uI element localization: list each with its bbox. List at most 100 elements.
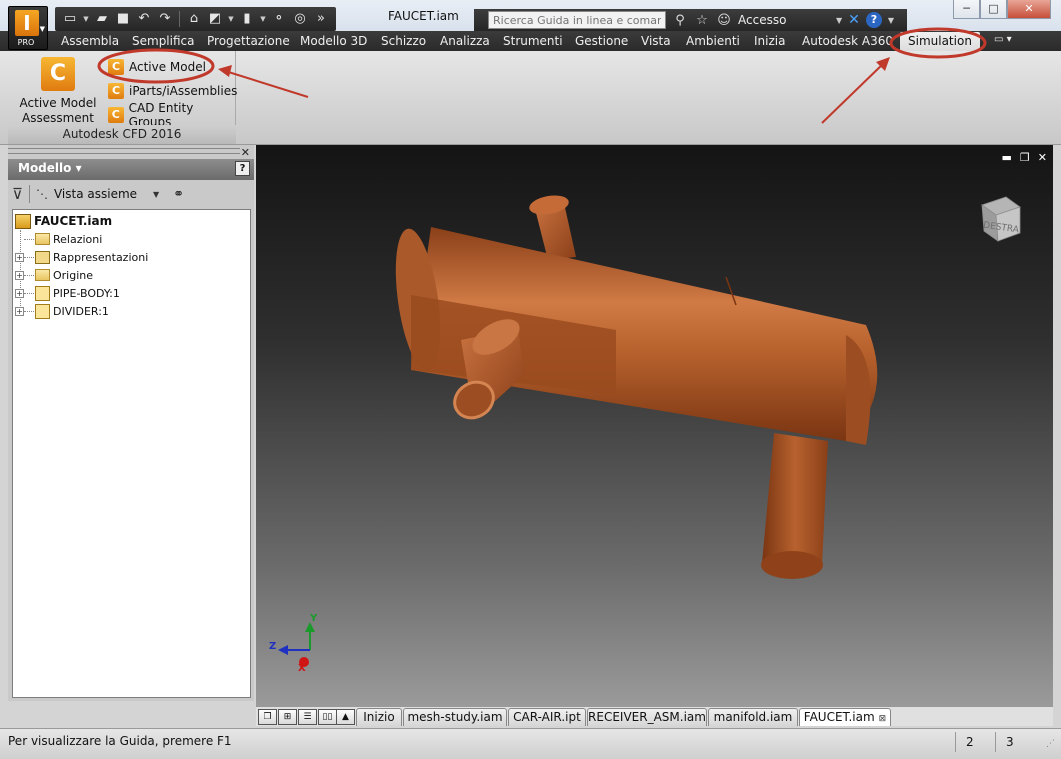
tab-inizia[interactable]: Inizia — [750, 32, 789, 51]
small-buttons: C Active Model C iParts/iAssemblies C CA… — [108, 55, 237, 129]
favorites-star-icon[interactable]: ☆ — [694, 13, 710, 28]
status-bar: Per visualizzare la Guida, premere F1 2 … — [0, 728, 1061, 759]
hierarchy-icon: ⋱ — [35, 187, 48, 201]
cad-entity-groups-button[interactable]: C CAD Entity Groups — [108, 101, 237, 129]
more-tools-icon[interactable]: » — [312, 10, 330, 28]
close-tab-icon[interactable]: ⊠ — [879, 714, 887, 724]
save-icon[interactable]: ■ — [114, 10, 132, 28]
active-model-button[interactable]: C Active Model — [108, 55, 237, 79]
redo-icon[interactable]: ↷ — [156, 10, 174, 28]
title-bar: ▭ ▼ ▰ ■ ↶ ↷ ⌂ ◩ ▼ ▮ ▼ ⚬ ◎ » FAUCET.iam ⚲… — [0, 0, 1061, 33]
home-icon[interactable]: ⌂ — [185, 10, 203, 28]
exchange-apps-icon[interactable]: ✕ — [848, 12, 860, 28]
infocenter: ⚲ ☆ ☺ Accesso ▼ ✕ ? ▼ — [474, 9, 907, 31]
help-search-input[interactable] — [488, 11, 666, 29]
doc-tab-manifold[interactable]: manifold.iam — [708, 708, 798, 726]
tab-progettazione[interactable]: Progettazione — [203, 32, 294, 51]
help-icon[interactable]: ? — [865, 12, 882, 28]
browser-tree: FAUCET.iam Relazioni + Rappresentazioni … — [12, 209, 251, 698]
inventor-logo-icon: I — [15, 10, 39, 36]
doc-tab-mesh-study[interactable]: mesh-study.iam — [403, 708, 507, 726]
return-icon[interactable]: ◩ — [206, 10, 224, 28]
browser-close-icon[interactable]: ✕ — [241, 146, 250, 159]
appearance-icon[interactable]: ◎ — [291, 10, 309, 28]
tree-node-label: FAUCET.iam — [34, 214, 113, 228]
view-dropdown-caret-icon[interactable]: ▼ — [153, 190, 159, 199]
update-dropdown-icon[interactable]: ▼ — [259, 15, 267, 23]
doc-tab-receiver-asm[interactable]: RECEIVER_ASM.iam — [587, 708, 707, 726]
new-file-icon[interactable]: ▭ — [61, 10, 79, 28]
ribbon-display-options-icon[interactable]: ▭ ▾ — [994, 34, 1012, 45]
view-dropdown[interactable]: Vista assieme — [54, 187, 137, 201]
tab-schizzo[interactable]: Schizzo — [377, 32, 430, 51]
browser-title-dropdown[interactable]: Modello ▾ — [18, 161, 82, 175]
browser-header: Modello ▾ ? — [8, 159, 254, 180]
resize-grip-icon[interactable]: ⋰ — [1046, 739, 1055, 749]
update-icon[interactable]: ▮ — [238, 10, 256, 28]
tree-node-root[interactable]: FAUCET.iam — [13, 212, 250, 230]
tab-autodesk-a360[interactable]: Autodesk A360 — [798, 32, 897, 51]
faucet-model[interactable] — [256, 145, 1053, 706]
tab-assembla[interactable]: Assembla — [57, 32, 123, 51]
tree-node-rappresentazioni[interactable]: + Rappresentazioni — [13, 248, 250, 266]
new-dropdown-icon[interactable]: ▼ — [82, 15, 90, 23]
browser-help-icon[interactable]: ? — [235, 161, 250, 176]
search-binoculars-icon[interactable]: ⚲ — [672, 13, 688, 28]
cfd-icon: C — [108, 83, 124, 99]
tab-gestione[interactable]: Gestione — [571, 32, 632, 51]
help-dropdown-icon[interactable]: ▼ — [888, 16, 894, 25]
tile-windows-icon[interactable]: ⊞ — [278, 709, 297, 725]
autodesk-cfd-panel: C Active Model Assessment Tool C Active … — [8, 51, 237, 144]
assembly-icon — [15, 213, 31, 229]
tab-vista[interactable]: Vista — [637, 32, 675, 51]
close-window-button[interactable]: ✕ — [1007, 0, 1051, 19]
doc-tab-inizio[interactable]: Inizio — [356, 708, 402, 726]
folder-icon — [35, 233, 50, 245]
iparts-iassemblies-button[interactable]: C iParts/iAssemblies — [108, 79, 237, 103]
find-binoculars-icon[interactable]: ⚭ — [173, 187, 184, 202]
ribbon-panel-area: C Active Model Assessment Tool C Active … — [0, 51, 1061, 145]
app-menu-caret-icon: ▼ — [39, 25, 45, 33]
tree-connector — [24, 292, 34, 294]
tab-strumenti[interactable]: Strumenti — [499, 32, 567, 51]
login-button[interactable]: Accesso — [738, 13, 830, 27]
tile-horizontal-icon[interactable]: ☰ — [298, 709, 317, 725]
expand-icon[interactable]: + — [15, 252, 24, 262]
tree-node-origine[interactable]: + Origine — [13, 266, 250, 284]
tree-node-label: PIPE-BODY:1 — [53, 286, 120, 300]
doc-tab-faucet-label: FAUCET.iam — [803, 710, 875, 724]
document-tabs: ❐ ⊞ ☰ ▯▯ ▲ Inizio mesh-study.iam CAR-AIR… — [256, 706, 1053, 726]
tree-node-divider[interactable]: + DIVIDER:1 — [13, 302, 250, 320]
application-menu-button[interactable]: I PRO ▼ — [8, 6, 48, 50]
minimize-button[interactable]: ─ — [953, 0, 980, 19]
tab-ambienti[interactable]: Ambienti — [682, 32, 744, 51]
doc-tab-car-air[interactable]: CAR-AIR.ipt — [508, 708, 586, 726]
user-icon[interactable]: ☺ — [716, 13, 732, 28]
tree-node-relazioni[interactable]: Relazioni — [13, 230, 250, 248]
open-folder-icon[interactable]: ▰ — [93, 10, 111, 28]
tab-analizza[interactable]: Analizza — [436, 32, 494, 51]
tab-semplifica[interactable]: Semplifica — [128, 32, 198, 51]
expand-icon[interactable]: + — [15, 270, 24, 280]
expand-icon[interactable]: + — [15, 288, 24, 298]
login-dropdown-icon[interactable]: ▼ — [836, 16, 842, 25]
undo-icon[interactable]: ↶ — [135, 10, 153, 28]
browser-grip[interactable] — [8, 148, 240, 154]
maximize-button[interactable]: □ — [980, 0, 1007, 19]
graphics-viewport[interactable]: ▬ ❐ ✕ DESTRA Y Z X — [256, 145, 1053, 706]
select-icon[interactable]: ⚬ — [270, 10, 288, 28]
cascade-windows-icon[interactable]: ❐ — [258, 709, 277, 725]
expand-icon[interactable]: + — [15, 306, 24, 316]
tree-node-pipe-body[interactable]: + PIPE-BODY:1 — [13, 284, 250, 302]
toolbar-separator — [179, 11, 180, 27]
tab-modello-3d[interactable]: Modello 3D — [296, 32, 371, 51]
tab-simulation[interactable]: Simulation — [900, 32, 980, 51]
doc-tab-faucet[interactable]: FAUCET.iam ⊠ — [799, 708, 891, 726]
return-dropdown-icon[interactable]: ▼ — [227, 15, 235, 23]
open-documents-menu-icon[interactable]: ▲ — [336, 709, 355, 725]
tile-vertical-icon[interactable]: ▯▯ — [318, 709, 337, 725]
filter-icon[interactable]: ⊽ — [12, 185, 23, 203]
folder-icon — [35, 269, 50, 281]
part-icon — [35, 303, 50, 319]
tree-node-label: DIVIDER:1 — [53, 304, 109, 318]
